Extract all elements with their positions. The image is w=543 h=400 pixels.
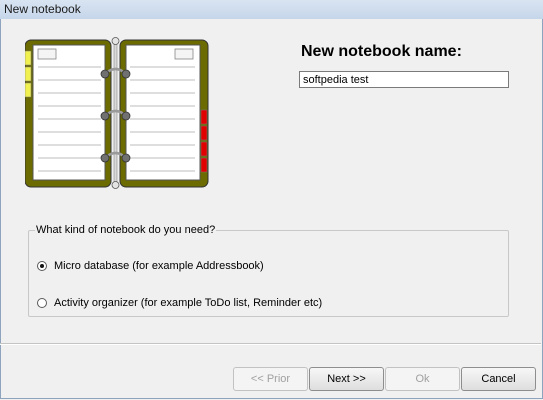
- activity-organizer-label: Activity organizer (for example ToDo lis…: [54, 297, 323, 309]
- notebook-kind-legend: What kind of notebook do you need?: [36, 224, 216, 236]
- activity-organizer-radio[interactable]: [37, 298, 47, 308]
- cancel-button[interactable]: Cancel: [461, 367, 536, 391]
- micro-database-label: Micro database (for example Addressbook): [54, 260, 264, 272]
- button-separator: [0, 343, 541, 345]
- notebook-name-input[interactable]: [299, 71, 509, 88]
- notebook-name-label: New notebook name:: [301, 43, 462, 60]
- option-activity-organizer[interactable]: Activity organizer (for example ToDo lis…: [37, 297, 322, 309]
- option-micro-database[interactable]: Micro database (for example Addressbook): [37, 260, 264, 272]
- notebook-kind-group: What kind of notebook do you need? Micro…: [28, 224, 509, 317]
- window-title: New notebook: [4, 2, 81, 16]
- prior-button[interactable]: << Prior: [233, 367, 308, 391]
- next-button[interactable]: Next >>: [309, 367, 384, 391]
- notebook-illustration: [25, 37, 209, 189]
- micro-database-radio[interactable]: [37, 261, 47, 271]
- ok-button[interactable]: Ok: [385, 367, 460, 391]
- title-bar: New notebook: [0, 0, 543, 20]
